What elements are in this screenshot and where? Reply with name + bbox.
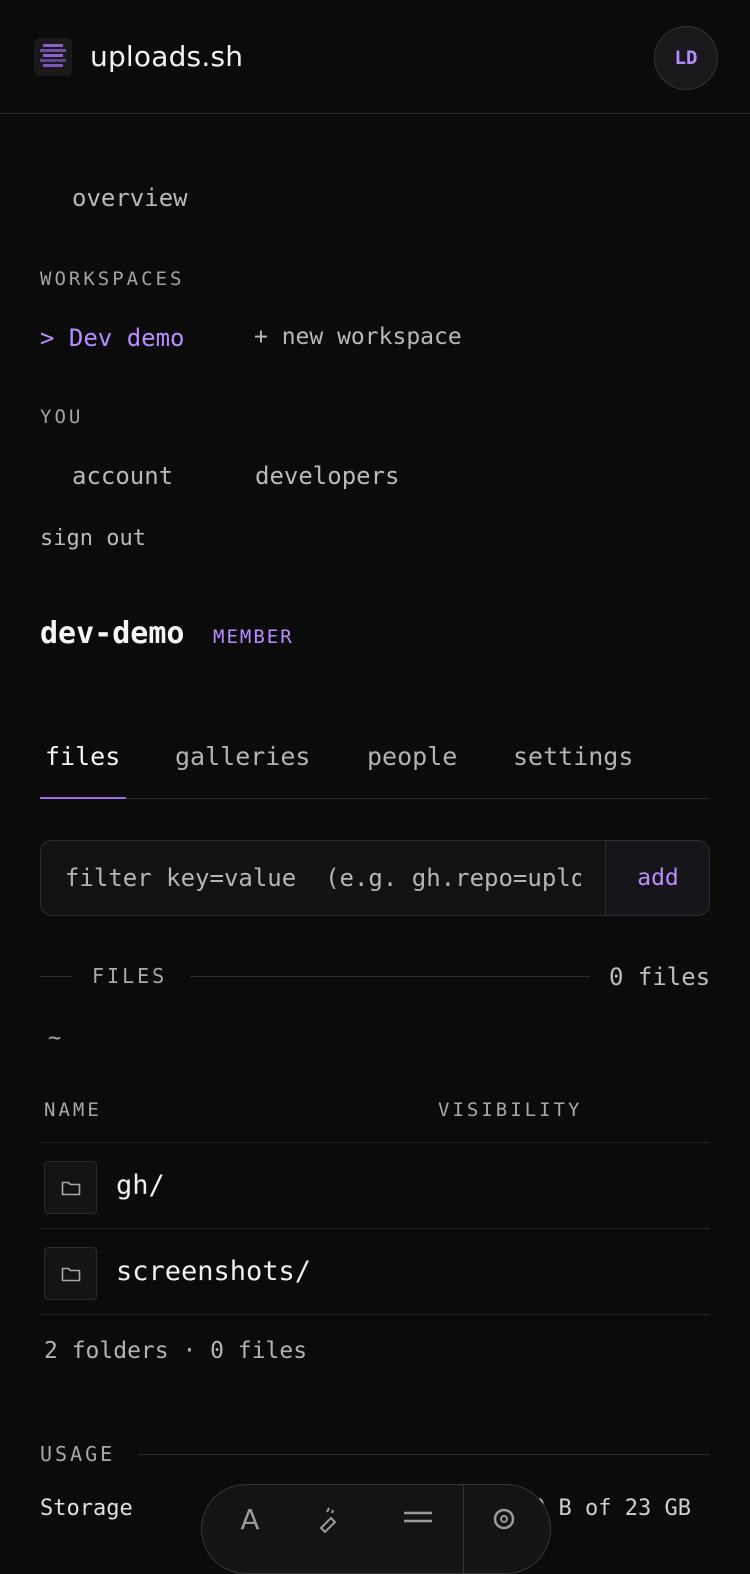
breadcrumb[interactable]: ~ — [48, 1026, 61, 1051]
floating-toolbar: A — [201, 1484, 551, 1574]
toolbar-divider — [463, 1485, 464, 1573]
user-avatar[interactable]: LD — [654, 26, 718, 90]
gear-icon[interactable] — [484, 1499, 524, 1539]
nav-account-link[interactable]: account — [72, 462, 173, 490]
active-tab-indicator — [40, 797, 126, 799]
text-tool-icon[interactable]: A — [230, 1499, 270, 1539]
files-rule-left — [40, 976, 72, 977]
column-header-name[interactable]: NAME — [44, 1099, 102, 1121]
brand-name[interactable]: uploads.sh — [90, 40, 243, 73]
sign-out-link[interactable]: sign out — [40, 526, 146, 551]
files-count: 0 files — [609, 963, 711, 991]
tab-galleries[interactable]: galleries — [175, 742, 310, 771]
role-badge: MEMBER — [213, 626, 294, 648]
files-section-label: FILES — [92, 964, 168, 988]
tab-people[interactable]: people — [367, 742, 457, 771]
table-header-divider — [40, 1142, 710, 1143]
menu-tool-icon[interactable] — [398, 1499, 438, 1539]
files-summary: 2 folders · 0 files — [44, 1338, 308, 1364]
workspace-title: dev-demo — [40, 616, 185, 651]
column-header-visibility[interactable]: VISIBILITY — [438, 1099, 582, 1121]
app-header: uploads.sh LD — [0, 0, 750, 114]
tab-divider — [40, 798, 710, 799]
table-row-folder-name[interactable]: screenshots/ — [116, 1256, 311, 1287]
table-row-divider — [40, 1228, 710, 1229]
usage-rule — [138, 1454, 710, 1455]
files-rule-right — [190, 976, 590, 977]
tab-settings[interactable]: settings — [513, 742, 633, 771]
storage-value: 0 B of 23 GB — [532, 1496, 691, 1521]
workspaces-section-label: WORKSPACES — [40, 268, 185, 290]
filter-bar: add — [40, 840, 710, 916]
brush-tool-icon[interactable] — [310, 1499, 350, 1539]
tab-files[interactable]: files — [45, 742, 120, 771]
add-filter-button[interactable]: add — [605, 841, 709, 915]
usage-section-label: USAGE — [40, 1442, 116, 1466]
storage-label: Storage — [40, 1496, 133, 1521]
nav-overview-link[interactable]: overview — [72, 184, 188, 212]
brand-logo-icon[interactable] — [34, 38, 72, 76]
folder-icon — [44, 1247, 97, 1300]
new-workspace-link[interactable]: + new workspace — [254, 324, 462, 350]
filter-input[interactable] — [41, 841, 605, 915]
nav-developers-link[interactable]: developers — [255, 462, 400, 490]
table-row-divider — [40, 1314, 710, 1315]
you-section-label: YOU — [40, 406, 84, 428]
current-workspace-link[interactable]: > Dev demo — [40, 324, 185, 352]
folder-icon — [44, 1161, 97, 1214]
table-row-folder-name[interactable]: gh/ — [116, 1170, 165, 1201]
